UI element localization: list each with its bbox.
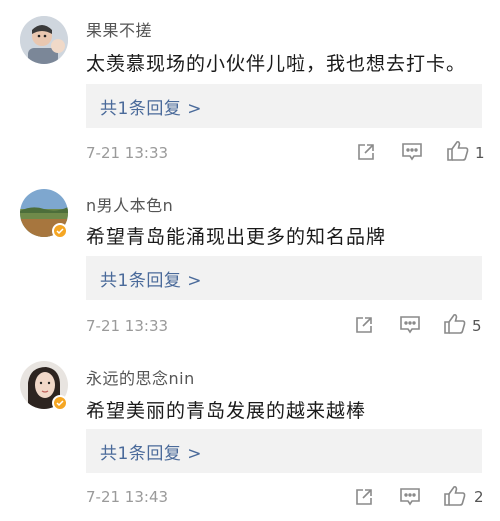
share-icon[interactable]: [356, 142, 376, 166]
comment-icon[interactable]: [399, 315, 421, 339]
reply-thread-button[interactable]: 共1条回复 >: [86, 429, 482, 473]
comment-text: 希望青岛能涌现出更多的知名品牌: [86, 226, 387, 248]
child-photo-avatar-icon: [20, 16, 68, 64]
comment-text: 太羡慕现场的小伙伴儿啦，我也想去打卡。: [86, 53, 467, 75]
reply-count-label: 共1条回复 >: [100, 98, 202, 119]
like-icon[interactable]: [443, 313, 467, 339]
comment-item: 永远的思念nin 希望美丽的青岛发展的越来越棒 共1条回复 > 7-21 13:…: [0, 345, 500, 521]
avatar[interactable]: [20, 16, 68, 64]
verified-badge-icon: [52, 395, 68, 411]
like-count: 1: [475, 144, 485, 162]
like-icon[interactable]: [443, 485, 467, 511]
username[interactable]: n男人本色n: [86, 192, 173, 216]
comment-item: 果果不搓 太羡慕现场的小伙伴儿啦，我也想去打卡。 共1条回复 > 7-21 13…: [0, 0, 500, 175]
timestamp: 7-21 13:33: [86, 144, 169, 162]
reply-count-label: 共1条回复 >: [100, 443, 202, 464]
share-icon[interactable]: [354, 487, 374, 511]
reply-thread-button[interactable]: 共1条回复 >: [86, 84, 482, 128]
comment-icon[interactable]: [401, 142, 423, 166]
timestamp: 7-21 13:33: [86, 317, 169, 335]
comment-item: n男人本色n 希望青岛能涌现出更多的知名品牌 共1条回复 > 7-21 13:3…: [0, 175, 500, 345]
username[interactable]: 果果不搓: [86, 17, 152, 41]
verified-badge-icon: [52, 223, 68, 239]
reply-count-label: 共1条回复 >: [100, 270, 202, 291]
timestamp: 7-21 13:43: [86, 488, 169, 506]
username[interactable]: 永远的思念nin: [86, 365, 195, 389]
reply-thread-button[interactable]: 共1条回复 >: [86, 256, 482, 300]
like-count: 2: [474, 488, 484, 506]
share-icon[interactable]: [354, 315, 374, 339]
like-count: 5: [472, 317, 482, 335]
like-icon[interactable]: [446, 140, 470, 166]
comment-icon[interactable]: [399, 487, 421, 511]
comment-text: 希望美丽的青岛发展的越来越棒: [86, 400, 367, 422]
